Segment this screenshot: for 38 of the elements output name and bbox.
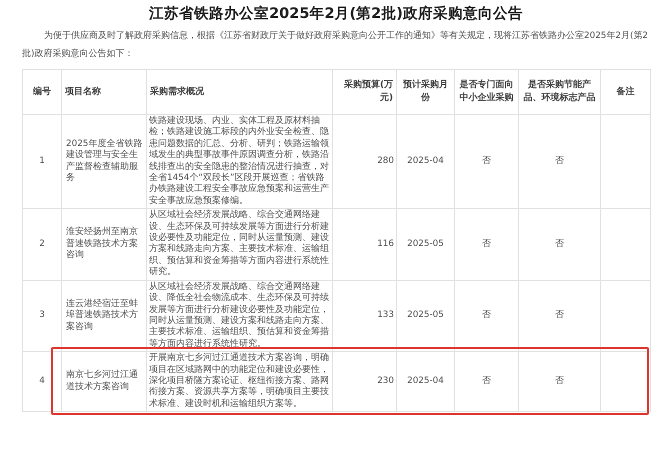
column-header: 是否采购节能产品、环境标志产品 <box>518 70 600 114</box>
table-cell: 3 <box>22 280 62 352</box>
column-header: 采购需求概况 <box>146 70 332 114</box>
column-header: 编号 <box>22 70 62 114</box>
table-cell: 否 <box>454 280 518 352</box>
table-cell: 1 <box>22 114 62 209</box>
table-cell: 开展南京七乡河过江通道技术方案咨询，明确项目在区域路网中的功能定位和建设必要性，深化项目桥隧方案论证、枢纽衔接方案、路网衔接方案、资源共享方案等，明确项目主要技术标准、建设时机和运输组织方案等。 <box>146 352 332 412</box>
table-cell: 否 <box>518 208 600 280</box>
table-cell: 连云港经宿迁至蚌埠普速铁路技术方案咨询 <box>62 280 146 352</box>
table-cell: 否 <box>454 352 518 412</box>
table-cell: 从区域社会经济发展战略、综合交通网络建设、降低全社会物流成本、生态环保及可持续发展等方面进行分析建设必要性及功能定位，同时从运量预测、建设方案和线路走向方案、主要技术标准、运输组织、预估算和资金筹措等方面内容进行系统性研究。 <box>146 280 332 352</box>
column-header: 采购预算(万元) <box>332 70 396 114</box>
column-header: 是否专门面向中小企业采购 <box>454 70 518 114</box>
column-header: 预计采购月份 <box>396 70 454 114</box>
table-cell: 淮安经扬州至南京普速铁路技术方案咨询 <box>62 208 146 280</box>
intro-paragraph: 为便于供应商及时了解政府采购信息，根据《江苏省财政厅关于做好政府采购意向公开工作的通知》等有关规定，现将江苏省铁路办公室2025年2月(第2批)政府采购意向公告如下： <box>21 30 650 61</box>
table-cell: 否 <box>454 208 518 280</box>
page-title: 江苏省铁路办公室2025年2月(第2批)政府采购意向公告 <box>148 4 524 23</box>
table-cell: 否 <box>454 114 518 209</box>
column-header: 项目名称 <box>62 70 146 114</box>
column-header: 备注 <box>600 70 650 114</box>
table-cell: 从区域社会经济发展战略、综合交通网络建设、生态环保及可持续发展等方面进行分析建设必要性及功能定位，同时从运量预测、建设方案和线路走向方案、主要技术标准、运输组织、预估算和资金筹措等方面内容进行系统性研究。 <box>146 208 332 280</box>
table-cell: 南京七乡河过江通道技术方案咨询 <box>62 352 146 412</box>
table-cell: 否 <box>518 114 600 209</box>
table-cell: 2025-05 <box>396 208 454 280</box>
table-cell: 2025年度全省铁路建设管理与安全生产监督检查辅助服务 <box>62 114 146 209</box>
table-cell: 280 <box>332 114 396 209</box>
table-cell: 230 <box>332 352 396 412</box>
table-cell: 否 <box>518 280 600 352</box>
table-cell: 133 <box>332 280 396 352</box>
table-cell: 2025-04 <box>396 352 454 412</box>
table-cell: 2025-05 <box>396 280 454 352</box>
table-cell: 2 <box>22 208 62 280</box>
table-cell: 否 <box>518 352 600 412</box>
table-cell: 2025-04 <box>396 114 454 209</box>
table-cell: 116 <box>332 208 396 280</box>
table-cell: 4 <box>22 352 62 412</box>
table-cell: 铁路建设现场、内业、实体工程及原材料抽检；铁路建设施工标段的内外业安全检查、隐患问题数据的汇总、分析、研判；铁路运输领域发生的典型事故事件原因调查分析，铁路沿线排查出的安全隐患的整治情况进行抽查，对全省1454个“双段长”区段开展巡查；省铁路办铁路建设工程安全事故应急预案和运营生产安全事故应急预案修编。 <box>146 114 332 209</box>
